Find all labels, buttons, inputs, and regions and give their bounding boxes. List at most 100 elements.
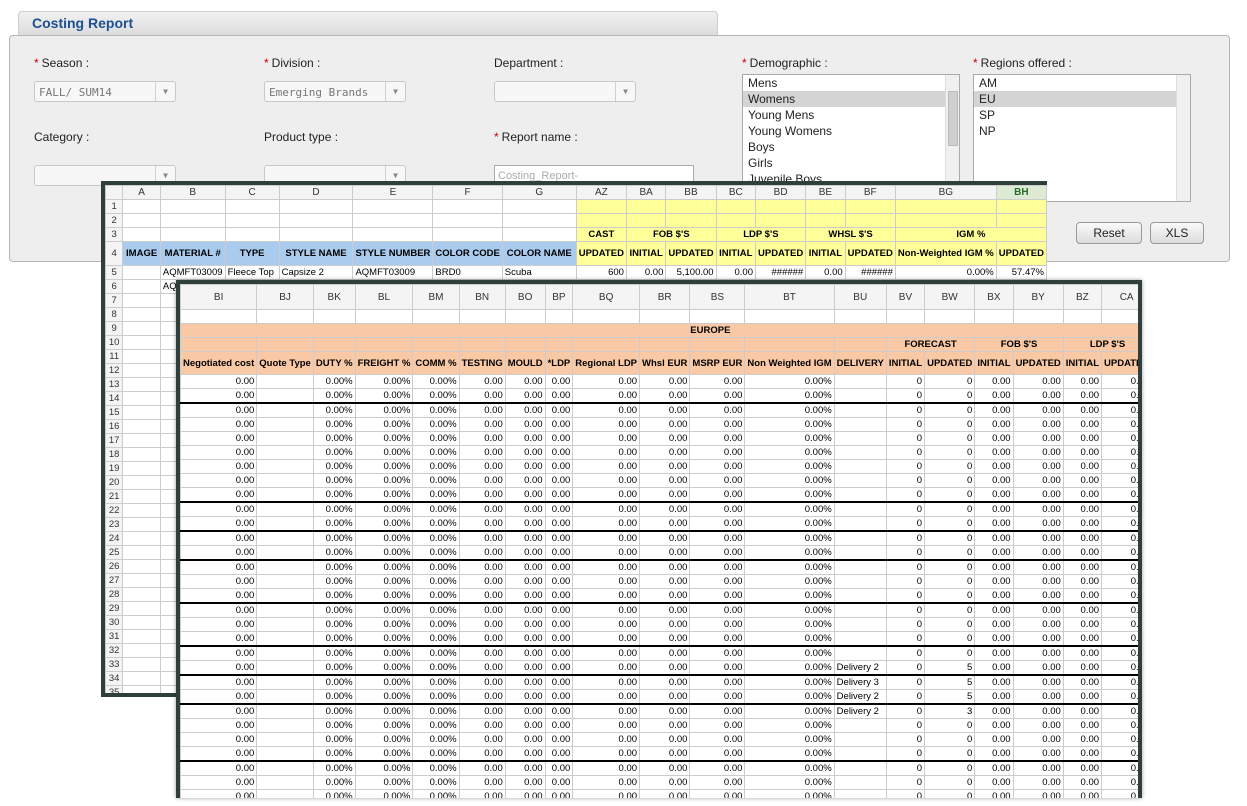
cell[interactable] <box>256 516 314 532</box>
cell[interactable] <box>256 617 314 632</box>
cell[interactable]: 0.00 <box>689 574 746 589</box>
cell[interactable]: 0.00 <box>639 417 691 432</box>
column-title[interactable]: INITIAL <box>625 241 667 266</box>
cell[interactable]: 0.00% <box>744 473 835 488</box>
cell[interactable] <box>256 445 314 460</box>
cell[interactable]: 0.00 <box>639 631 691 647</box>
row-number[interactable]: 31 <box>105 629 124 644</box>
cell[interactable]: 0.00 <box>504 417 546 432</box>
cell[interactable]: 0 <box>885 660 926 676</box>
cell[interactable]: BRD0 <box>432 265 503 280</box>
row-number[interactable]: 13 <box>105 377 124 392</box>
cell[interactable]: 0.00 <box>504 760 546 776</box>
cell[interactable]: 0 <box>924 732 976 747</box>
cell[interactable] <box>159 213 226 228</box>
cell[interactable] <box>256 545 314 561</box>
cell[interactable]: 0.00% <box>412 732 460 747</box>
cell[interactable] <box>625 199 667 214</box>
cell[interactable]: 0.00 <box>458 516 506 532</box>
column-title[interactable]: UPDATED <box>924 351 976 375</box>
cell[interactable]: 0.00 <box>974 631 1014 647</box>
cell[interactable]: 0 <box>924 617 976 632</box>
cell[interactable]: 0.00% <box>744 732 835 747</box>
cell[interactable]: 0.00 <box>504 588 546 604</box>
cell[interactable] <box>256 530 314 546</box>
cell[interactable]: 0.00 <box>180 530 258 546</box>
cell[interactable]: 0.00 <box>1101 631 1138 647</box>
cell[interactable]: 0.00 <box>1012 473 1064 488</box>
cell[interactable]: 5 <box>924 689 976 705</box>
cell[interactable] <box>894 213 997 228</box>
cell[interactable]: 0.00 <box>572 530 641 546</box>
cell[interactable] <box>833 775 887 790</box>
cell[interactable]: 0 <box>885 617 926 632</box>
cell[interactable]: 0 <box>885 388 926 404</box>
cell[interactable]: 0 <box>924 746 976 762</box>
column-header[interactable]: BJ <box>256 284 314 310</box>
demographic-scrollbar[interactable] <box>945 75 959 193</box>
cell[interactable]: 0.00% <box>354 746 414 762</box>
group-header[interactable]: WHSL $'S <box>805 227 896 242</box>
cell[interactable]: 0.00 <box>1062 516 1103 532</box>
cell[interactable]: 0.00% <box>744 617 835 632</box>
cell[interactable]: Delivery 2 <box>833 703 887 719</box>
cell[interactable]: 0.00 <box>1012 617 1064 632</box>
cell[interactable] <box>159 227 226 242</box>
cell[interactable] <box>256 459 314 474</box>
cell[interactable]: 0.00 <box>625 265 667 280</box>
cell[interactable]: 0.00 <box>639 516 691 532</box>
cell[interactable] <box>833 789 887 798</box>
cell[interactable]: 0.00% <box>354 631 414 647</box>
cell[interactable]: 0.00 <box>974 602 1014 618</box>
row-number[interactable]: 5 <box>105 265 124 280</box>
cell[interactable]: 0.00 <box>544 617 574 632</box>
cell[interactable]: 0.00 <box>504 775 546 790</box>
cell[interactable] <box>458 309 506 324</box>
cell[interactable]: 0.00% <box>312 775 356 790</box>
cell[interactable]: 0.00 <box>1062 402 1103 418</box>
cell[interactable]: 0.00 <box>1012 732 1064 747</box>
cell[interactable]: 0.00 <box>1101 617 1138 632</box>
row-number[interactable]: 32 <box>105 643 124 658</box>
cell[interactable] <box>544 337 574 352</box>
column-title[interactable]: INITIAL <box>885 351 926 375</box>
cell[interactable]: 0.00 <box>180 718 258 733</box>
column-title[interactable]: Regional LDP <box>572 351 641 375</box>
cell[interactable]: 0.00% <box>744 789 835 798</box>
cell[interactable]: 0.00 <box>504 746 546 762</box>
cell[interactable]: 0.00 <box>504 631 546 647</box>
cell[interactable]: 0.00% <box>412 501 460 517</box>
cell[interactable] <box>885 309 926 324</box>
demographic-option[interactable]: Young Mens <box>743 107 959 123</box>
cell[interactable] <box>256 487 314 503</box>
cell[interactable]: 0 <box>924 417 976 432</box>
cell[interactable]: 0.00% <box>312 660 356 676</box>
cell[interactable]: 0.00 <box>458 487 506 503</box>
cell[interactable]: 0 <box>885 559 926 575</box>
cell[interactable]: 0.00 <box>639 473 691 488</box>
cell[interactable]: 0.00 <box>639 775 691 790</box>
cell[interactable]: 0.00 <box>572 588 641 604</box>
cell[interactable]: 0.00 <box>689 388 746 404</box>
cell[interactable]: 0.00% <box>744 645 835 661</box>
row-number[interactable]: 29 <box>105 601 124 616</box>
group-header[interactable]: FOB $'S <box>625 227 717 242</box>
cell[interactable]: 0 <box>885 545 926 561</box>
cell[interactable]: 0.00 <box>1101 516 1138 532</box>
cell[interactable]: 0.00 <box>974 645 1014 661</box>
cell[interactable] <box>122 573 161 588</box>
cell[interactable] <box>1012 309 1064 324</box>
cell[interactable]: 0.00 <box>572 374 641 389</box>
cell[interactable]: 0.00 <box>689 402 746 418</box>
cell[interactable]: 0.00 <box>1062 530 1103 546</box>
cell[interactable]: 0.00 <box>689 760 746 776</box>
department-select[interactable]: ▼ <box>494 81 636 102</box>
column-title[interactable]: Quote Type <box>256 351 314 375</box>
column-header[interactable]: BR <box>639 284 691 310</box>
cell[interactable]: 0.00 <box>1101 574 1138 589</box>
cell[interactable]: 0 <box>924 789 976 798</box>
cell[interactable]: 0.00 <box>689 746 746 762</box>
row-number[interactable]: 20 <box>105 475 124 490</box>
column-title[interactable]: UPDATED <box>665 241 717 266</box>
cell[interactable]: 0.00 <box>1062 388 1103 404</box>
